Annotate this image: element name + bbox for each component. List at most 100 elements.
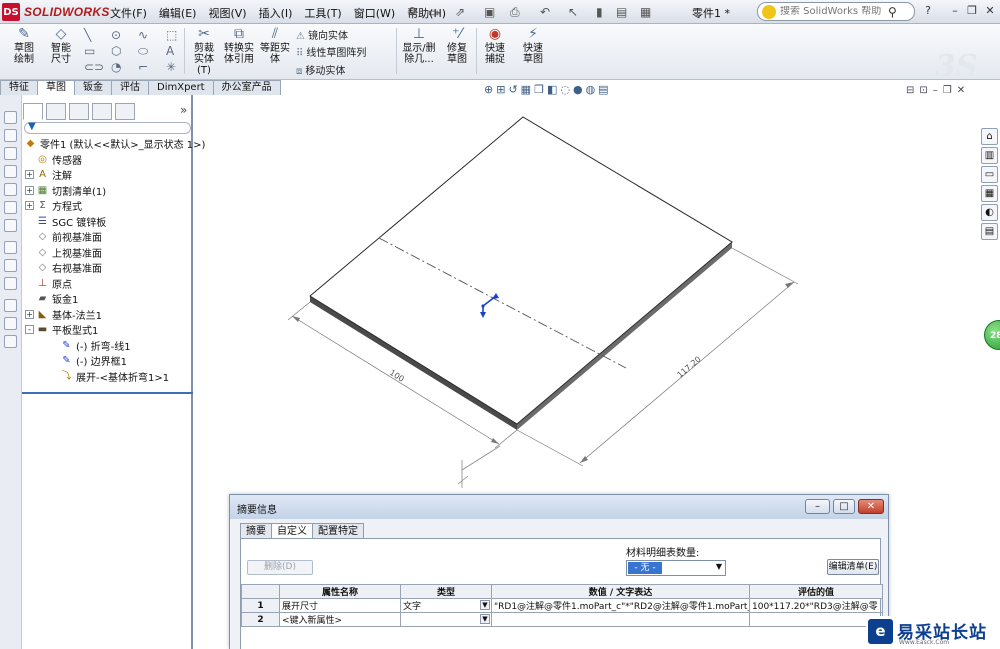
sketch-button[interactable]: ✎ 草图绘制 [6, 26, 42, 65]
dome-icon[interactable] [4, 299, 17, 312]
spline-icon[interactable]: ∿ [138, 28, 148, 42]
repair-sketch-button[interactable]: ⁺⁄ 修复草图 [441, 26, 473, 65]
feature-tree-filter[interactable]: ▼ [24, 121, 191, 134]
section-view-icon[interactable]: ▦ [521, 83, 531, 99]
smart-dimension-button[interactable]: ◇ 智能尺寸 [44, 26, 78, 65]
tab-evaluate[interactable]: 评估 [111, 80, 149, 95]
property-name-cell[interactable]: 展开尺寸 [279, 598, 401, 613]
trim-button[interactable]: ✂ 剪裁实体(T) [188, 26, 220, 76]
tree-node[interactable]: ◇ 右视基准面 [25, 260, 102, 275]
pattern-icon[interactable] [4, 335, 17, 348]
tab-sketch[interactable]: 草图 [37, 80, 75, 95]
wrap-icon[interactable] [4, 277, 17, 290]
offset-entities-button[interactable]: ⫽ 等距实体 [258, 26, 292, 65]
expand-icon[interactable]: + [25, 201, 34, 210]
restore-doc-icon[interactable]: ❐ [943, 85, 952, 96]
dialog-maximize-icon[interactable]: □ [833, 499, 855, 514]
quick-snaps-button[interactable]: ◉ 快速捕捉 [478, 26, 512, 65]
rebuild-icon[interactable]: ▮ [596, 5, 603, 19]
show-delete-relations-button[interactable]: ⊥ 显示/删除几... [400, 26, 438, 65]
dialog-minimize-icon[interactable]: – [805, 499, 830, 514]
split-view-icon[interactable]: ⊟ [906, 85, 914, 96]
hide-show-items-icon[interactable]: ◌ [560, 83, 570, 99]
shell-icon[interactable] [4, 219, 17, 232]
view-palette-icon[interactable]: ▦ [981, 185, 998, 202]
tab-dimxpert[interactable]: DimXpert [148, 80, 214, 95]
menu-window[interactable]: 窗口(W) [348, 4, 401, 22]
tab-configuration-specific[interactable]: 配置特定 [312, 523, 364, 539]
tree-node[interactable]: ▰ 钣金1 [25, 291, 79, 306]
collapse-icon[interactable]: - [25, 325, 34, 334]
minimize-window-icon[interactable]: – [948, 4, 962, 18]
revolve-icon[interactable] [4, 129, 17, 142]
rollback-bar[interactable] [22, 392, 193, 394]
split-horizontal-icon[interactable]: ⊡ [919, 85, 927, 96]
options-icon[interactable]: ▦ [640, 5, 651, 19]
expand-icon[interactable]: + [25, 309, 34, 319]
rapid-sketch-button[interactable]: ⚡ 快速草图 [516, 26, 550, 65]
table-row[interactable]: 2 <键入新属性> ▼ [241, 612, 883, 627]
extrude-icon[interactable] [4, 111, 17, 124]
menu-file[interactable]: 文件(F) [104, 4, 153, 22]
solidworks-logo[interactable]: DS SOLIDWORKS [2, 3, 110, 21]
feature-tree-tab-icon[interactable] [23, 103, 43, 120]
select-icon[interactable]: ↖ [568, 5, 578, 19]
close-doc-icon[interactable]: ✕ [957, 85, 965, 96]
sheet-top-face[interactable] [309, 116, 733, 425]
slot-icon[interactable]: ⊂⊃ [84, 60, 104, 74]
print-icon[interactable]: ⎙ [510, 5, 520, 20]
zoom-to-area-icon[interactable]: ⊞ [496, 83, 505, 99]
graphics-area-model[interactable]: 100 117.20 [200, 100, 980, 500]
table-row[interactable]: 1 展开尺寸 文字 ▼ "RD1@注解@零件1.moPart_c"*"RD2@注解… [241, 598, 883, 613]
tab-office-products[interactable]: 办公室产品 [212, 80, 281, 95]
rectangle-icon[interactable]: ▭ [84, 44, 95, 58]
mirror-entities-button[interactable]: ⚠ 镜向实体 [296, 27, 348, 42]
menu-tools[interactable]: 工具(T) [298, 4, 347, 22]
tree-node[interactable]: ◇ 上视基准面 [25, 245, 102, 260]
restore-window-icon[interactable]: ❐ [965, 4, 979, 18]
display-style-icon[interactable]: ◧ [547, 83, 557, 99]
delete-button[interactable]: 删除(D) [247, 560, 313, 575]
help-search-box[interactable]: ⚲ [757, 2, 915, 21]
open-icon[interactable]: ⇗ [455, 5, 465, 19]
zoom-to-fit-icon[interactable]: ⊕ [484, 83, 493, 99]
tree-node[interactable]: ◆ 零件1 (默认<<默认>_显示状态 1>) [24, 136, 206, 151]
edit-list-button[interactable]: 编辑清单(E) [827, 559, 879, 575]
fillet-feature-icon[interactable] [4, 201, 17, 214]
tree-node[interactable]: ◎ 传感器 [25, 152, 82, 167]
search-icon[interactable]: ⚲ [888, 5, 897, 19]
configuration-manager-tab-icon[interactable] [69, 103, 89, 120]
menu-insert[interactable]: 插入(I) [253, 4, 299, 22]
help-search-input[interactable] [780, 6, 888, 17]
convert-entities-button[interactable]: ⧉ 转换实体引用 [222, 26, 256, 65]
chevron-down-icon[interactable]: ▼ [480, 600, 490, 610]
fillet-icon[interactable]: ⌐ [138, 60, 148, 74]
apply-scene-icon[interactable]: ◍ [586, 83, 596, 99]
type-cell[interactable]: ▼ [400, 612, 492, 627]
tree-node[interactable]: ⊥ 原点 [25, 276, 72, 291]
point-icon[interactable]: ⬚ [166, 28, 177, 42]
text-icon[interactable]: A [166, 44, 174, 58]
value-cell[interactable] [491, 612, 750, 627]
property-manager-tab-icon[interactable] [46, 103, 66, 120]
help-question-icon[interactable]: ? [921, 4, 935, 18]
centerline-icon[interactable]: ✳ [166, 60, 176, 74]
tree-node[interactable]: + A 注解 [25, 167, 72, 182]
view-settings-icon[interactable]: ▤ [598, 83, 608, 99]
display-manager-tab-icon[interactable] [115, 103, 135, 120]
dialog-close-icon[interactable]: ✕ [858, 499, 884, 514]
new-document-icon[interactable]: ▭ [428, 5, 439, 19]
file-explorer-icon[interactable]: ▭ [981, 166, 998, 183]
tab-sheet-metal[interactable]: 钣金 [74, 80, 112, 95]
arc-icon[interactable]: ◔ [111, 60, 121, 74]
menu-view[interactable]: 视图(V) [202, 4, 252, 22]
design-library-icon[interactable]: ▥ [981, 147, 998, 164]
custom-properties-icon[interactable]: ▤ [981, 223, 998, 240]
appearances-icon[interactable]: ◐ [981, 204, 998, 221]
expand-panel-icon[interactable]: » [180, 103, 187, 117]
tree-node[interactable]: + Σ 方程式 [25, 198, 82, 213]
rib-icon[interactable] [4, 259, 17, 272]
tree-node[interactable]: ✎ (-) 折弯-线1 [49, 338, 130, 353]
property-name-cell[interactable]: <键入新属性> [279, 612, 401, 627]
ellipse-icon[interactable]: ⬭ [138, 44, 148, 59]
